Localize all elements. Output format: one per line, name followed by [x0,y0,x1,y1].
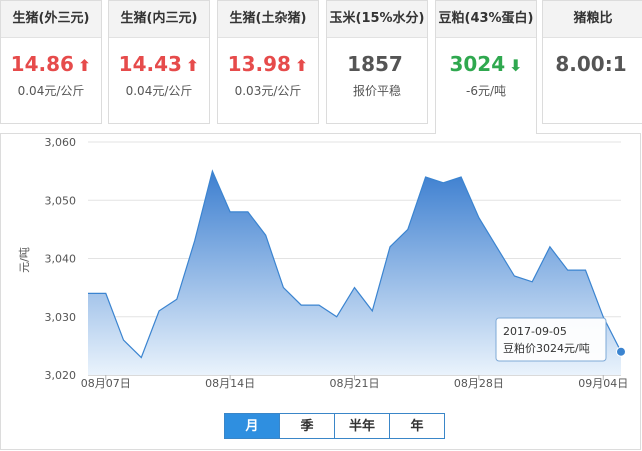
y-tick-label: 3,040 [45,253,77,266]
y-axis-label: 元/吨 [18,247,31,273]
tab-half-year[interactable]: 半年 [334,413,390,439]
x-tick-label: 09月04日 [578,377,628,390]
price-chart: 3,020 3,030 3,040 3,050 3,060 08月07日 08月14日 08月… [18,136,628,390]
tooltip-date: 2017-09-05 [503,325,567,338]
x-tick-label: 08月28日 [454,377,504,390]
tab-quarter[interactable]: 季 [279,413,335,439]
period-tabs: 月 季 半年 年 [224,413,445,439]
tab-year[interactable]: 年 [389,413,445,439]
data-point [616,346,626,357]
x-tick-label: 08月14日 [205,377,255,390]
x-tick-label: 08月07日 [81,377,131,390]
y-tick-label: 3,050 [45,194,77,207]
x-tick-label: 08月21日 [330,377,380,390]
y-tick-label: 3,030 [45,311,77,324]
tooltip: 2017-09-05 豆粕价3024元/吨 [495,317,607,362]
y-tick-label: 3,020 [45,369,77,382]
tab-month[interactable]: 月 [224,413,280,439]
tooltip-value: 豆粕价3024元/吨 [503,341,590,355]
y-tick-label: 3,060 [45,136,77,149]
